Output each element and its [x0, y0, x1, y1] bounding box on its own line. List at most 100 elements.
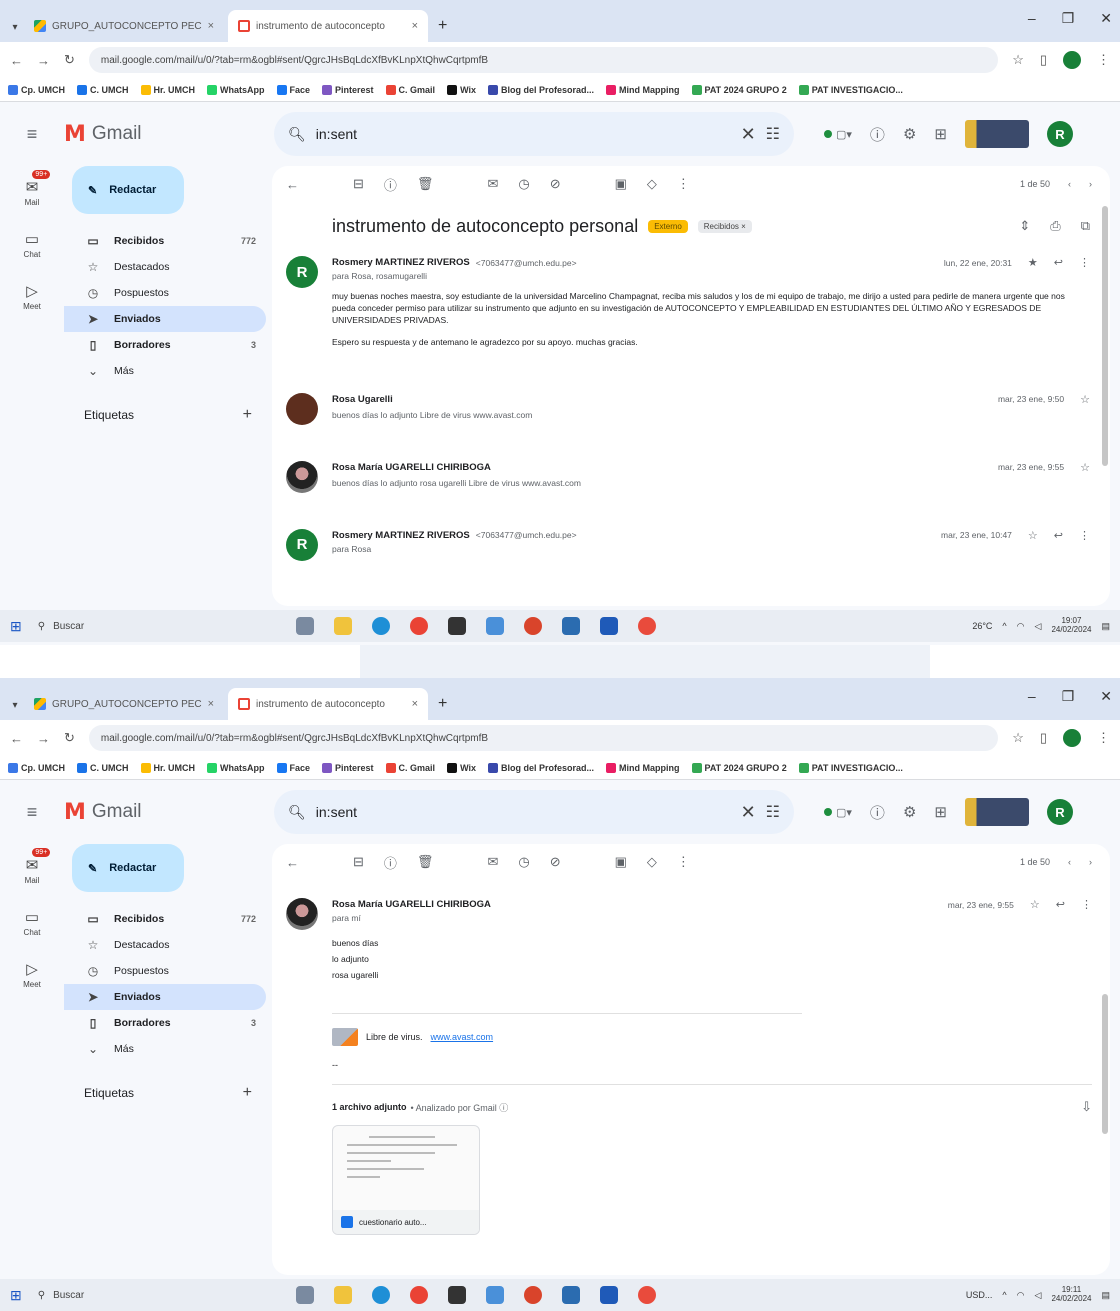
notifications-icon[interactable]: ▤ — [1101, 1290, 1110, 1301]
delete-icon[interactable]: 🗑︎ — [417, 176, 434, 192]
attachment-card[interactable]: cuestionario auto... — [332, 1125, 480, 1236]
sidebar-item-snoozed[interactable]: ◷ Pospuestos — [64, 280, 266, 306]
add-label-icon[interactable]: + — [243, 406, 252, 424]
mark-unread-icon[interactable]: ✉ — [487, 854, 498, 870]
sidebar-item-starred[interactable]: ☆ Destacados — [64, 254, 266, 280]
word-icon[interactable] — [599, 617, 618, 635]
bookmark[interactable]: C. Gmail — [385, 762, 435, 773]
forward-icon[interactable]: → — [37, 53, 50, 68]
recipients[interactable]: para Rosa, rosamugarelli — [332, 271, 1090, 281]
clock[interactable]: 19:11 24/02/2024 — [1051, 1285, 1091, 1304]
rail-meet[interactable]: ▷ Meet — [0, 270, 64, 322]
bookmark[interactable]: Mind Mapping — [606, 84, 680, 95]
bookmark[interactable]: C. UMCH — [77, 762, 129, 773]
star-icon[interactable]: ☆ — [1080, 461, 1090, 474]
star-icon[interactable]: ☆ — [1012, 730, 1024, 746]
volume-icon[interactable]: ◁ — [1035, 1290, 1042, 1301]
restore-icon[interactable]: ❐ — [1062, 688, 1075, 705]
avast-link[interactable]: www.avast.com — [431, 1032, 494, 1042]
delete-icon[interactable]: 🗑︎ — [417, 854, 434, 870]
label-icon[interactable]: ◇ — [647, 176, 657, 192]
sidebar-item-drafts[interactable]: ▯ Borradores 3 — [64, 332, 266, 358]
clock[interactable]: 19:07 24/02/2024 — [1051, 616, 1091, 635]
bookmark[interactable]: WhatsApp — [207, 84, 265, 95]
snooze-icon[interactable]: ◷ — [518, 176, 529, 192]
store-icon[interactable] — [447, 617, 466, 635]
sidebar-item-drafts[interactable]: ▯ Borradores 3 — [64, 1010, 266, 1036]
account-avatar[interactable]: R — [1046, 799, 1073, 825]
tab-search-icon[interactable]: ▾ — [6, 12, 24, 42]
more-icon[interactable]: ⋮ — [1079, 529, 1090, 542]
file-explorer-icon[interactable] — [333, 617, 352, 635]
archive-icon[interactable]: ⊟ — [353, 854, 364, 870]
kebab-menu-icon[interactable]: ⋮ — [1097, 730, 1110, 746]
file-explorer-icon[interactable] — [333, 1286, 352, 1304]
tab-gmail[interactable]: instrumento de autoconcepto × — [228, 688, 428, 720]
tray-chevron-icon[interactable]: ^ — [1002, 1290, 1006, 1300]
profile-icon[interactable] — [1063, 51, 1081, 69]
message-collapsed[interactable]: R Rosmery MARTINEZ RIVEROS <7063477@umch… — [272, 528, 1110, 561]
bookmark[interactable]: PAT 2024 GRUPO 2 — [691, 84, 787, 95]
apps-grid-icon[interactable]: ⊞ — [934, 125, 947, 143]
clear-search-icon[interactable]: ✕ — [741, 124, 756, 145]
help-icon[interactable]: ⓘ — [870, 802, 885, 823]
scrollbar[interactable] — [1102, 994, 1108, 1134]
search-icon[interactable]: 🔍︎ — [288, 804, 306, 821]
search-bar[interactable]: 🔍︎ in:sent ✕ ☷ — [274, 112, 794, 156]
report-spam-icon[interactable]: ⓘ — [384, 853, 397, 872]
bookmark[interactable]: Cp. UMCH — [8, 84, 65, 95]
search-icon[interactable]: 🔍︎ — [288, 126, 306, 143]
kebab-menu-icon[interactable]: ⋮ — [1097, 52, 1110, 68]
rail-chat[interactable]: ▭ Chat — [0, 218, 64, 270]
chrome-icon[interactable] — [409, 617, 428, 635]
bookmark[interactable]: Face — [276, 762, 310, 773]
tab-search-icon[interactable]: ▾ — [6, 690, 24, 720]
currency-widget-text[interactable]: USD... — [966, 1290, 993, 1300]
new-tab-button[interactable]: + — [432, 688, 453, 720]
search-bar[interactable]: 🔍︎ in:sent ✕ ☷ — [274, 790, 794, 834]
status-indicator[interactable]: ▢▾ — [824, 128, 852, 141]
add-to-drive-icon[interactable]: ⇩ — [1081, 1099, 1092, 1115]
sidebar-item-snoozed[interactable]: ◷ Pospuestos — [64, 958, 266, 984]
restore-icon[interactable]: ❐ — [1062, 10, 1075, 27]
more-icon[interactable]: ⋮ — [677, 176, 690, 192]
help-icon[interactable]: ⓘ — [870, 124, 885, 145]
reload-icon[interactable]: ↻ — [64, 52, 75, 68]
account-avatar[interactable]: R — [1046, 121, 1073, 147]
add-task-icon[interactable]: ⊘ — [550, 854, 561, 870]
tab-drive[interactable]: GRUPO_AUTOCONCEPTO PEC × — [24, 688, 224, 720]
archive-icon[interactable]: ⊟ — [353, 176, 364, 192]
next-icon[interactable]: › — [1089, 179, 1092, 189]
next-icon[interactable]: › — [1089, 857, 1092, 867]
taskbar-search[interactable]: ⚲ Buscar — [38, 1290, 278, 1301]
sidebar-item-sent[interactable]: ➤ Enviados — [64, 984, 266, 1010]
add-task-icon[interactable]: ⊘ — [550, 176, 561, 192]
reply-icon[interactable]: ↩ — [1054, 529, 1063, 542]
sidebar-item-more[interactable]: ⌄ Más — [64, 358, 266, 384]
search-options-icon[interactable]: ☷ — [766, 124, 780, 144]
back-icon[interactable]: ← — [10, 731, 23, 746]
rail-chat[interactable]: ▭ Chat — [0, 896, 64, 948]
sidebar-item-starred[interactable]: ☆ Destacados — [64, 932, 266, 958]
rail-mail[interactable]: ✉ 99+ Mail — [0, 166, 64, 218]
star-icon[interactable]: ☆ — [1080, 393, 1090, 406]
reply-icon[interactable]: ↩ — [1056, 898, 1065, 911]
sidepanel-icon[interactable]: ▯ — [1040, 730, 1047, 746]
url-field[interactable]: mail.google.com/mail/u/0/?tab=rm&ogbl#se… — [88, 725, 999, 751]
prev-icon[interactable]: ‹ — [1068, 857, 1071, 867]
star-icon[interactable]: ☆ — [1028, 529, 1038, 542]
bookmark[interactable]: Wix — [447, 762, 476, 773]
new-tab-button[interactable]: + — [432, 10, 453, 42]
rail-mail[interactable]: ✉ 99+ Mail — [0, 844, 64, 896]
gmail-logo[interactable]: M Gmail — [64, 122, 274, 147]
scrollbar[interactable] — [1102, 206, 1108, 466]
sidebar-item-more[interactable]: ⌄ Más — [64, 1036, 266, 1062]
close-icon[interactable]: × — [208, 698, 214, 710]
more-icon[interactable]: ⋮ — [1079, 256, 1090, 269]
search-options-icon[interactable]: ☷ — [766, 802, 780, 822]
bookmark[interactable]: Blog del Profesorad... — [487, 762, 594, 773]
move-to-icon[interactable]: ▣ — [615, 854, 627, 870]
store-icon[interactable] — [447, 1286, 466, 1304]
bookmark[interactable]: WhatsApp — [207, 762, 265, 773]
bookmark[interactable]: Hr. UMCH — [140, 84, 195, 95]
